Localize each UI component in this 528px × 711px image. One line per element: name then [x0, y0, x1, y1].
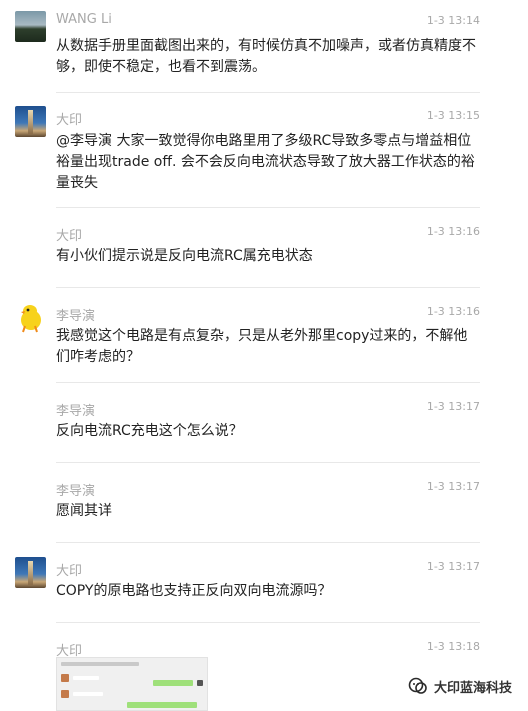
sender-name: 大印: [56, 564, 83, 579]
sender-name: 李导演: [56, 404, 96, 419]
divider: [56, 462, 480, 463]
message-text: 有小伙们提示说是反向电流RC属充电状态: [56, 248, 313, 264]
divider: [56, 287, 480, 288]
tower-avatar[interactable]: [15, 106, 46, 137]
message-text: @李导演 大家一致觉得你电路里用了多级RC导致多零点与增益相位裕量出现trade…: [56, 133, 475, 191]
timestamp: 1-3 13:17: [426, 480, 480, 493]
sender-name: 大印: [56, 229, 83, 244]
timestamp: 1-3 13:16: [426, 225, 480, 238]
watermark-label: 大印蓝海科技: [433, 680, 512, 696]
message-text: 反向电流RC充电这个怎么说？: [56, 423, 243, 439]
timestamp: 1-3 13:18: [426, 640, 480, 653]
sender-name: WANG Li: [56, 12, 112, 27]
landscape-avatar[interactable]: [15, 11, 46, 42]
timestamp: 1-3 13:15: [426, 109, 480, 122]
divider: [56, 542, 480, 543]
sender-name: 大印: [56, 113, 83, 128]
message-text: 从数据手册里面截图出来的，有时候仿真不加噪声，或者仿真精度不够，即使不稳定，也看…: [56, 38, 476, 75]
message-text: 愿闻其详: [56, 503, 112, 519]
timestamp: 1-3 13:17: [426, 560, 480, 573]
chick-avatar[interactable]: [15, 302, 46, 333]
watermark: 大印蓝海科技: [408, 676, 512, 696]
image-thumbnail[interactable]: [56, 657, 208, 711]
divider: [56, 382, 480, 383]
sender-name: 李导演: [56, 309, 96, 324]
divider: [56, 92, 480, 93]
timestamp: 1-3 13:16: [426, 305, 480, 318]
timestamp: 1-3 13:14: [426, 14, 480, 27]
wechat-official-account-icon: [408, 677, 427, 694]
divider: [56, 207, 480, 208]
sender-name: 李导演: [56, 484, 96, 499]
message-text: COPY的原电路也支持正反向双向电流源吗？: [56, 583, 332, 599]
divider: [56, 622, 480, 623]
timestamp: 1-3 13:17: [426, 400, 480, 413]
tower-avatar[interactable]: [15, 557, 46, 588]
message-text: 我感觉这个电路是有点复杂，只是从老外那里copy过来的，不解他们咋考虑的？: [56, 328, 468, 365]
chick-icon: [21, 305, 41, 333]
